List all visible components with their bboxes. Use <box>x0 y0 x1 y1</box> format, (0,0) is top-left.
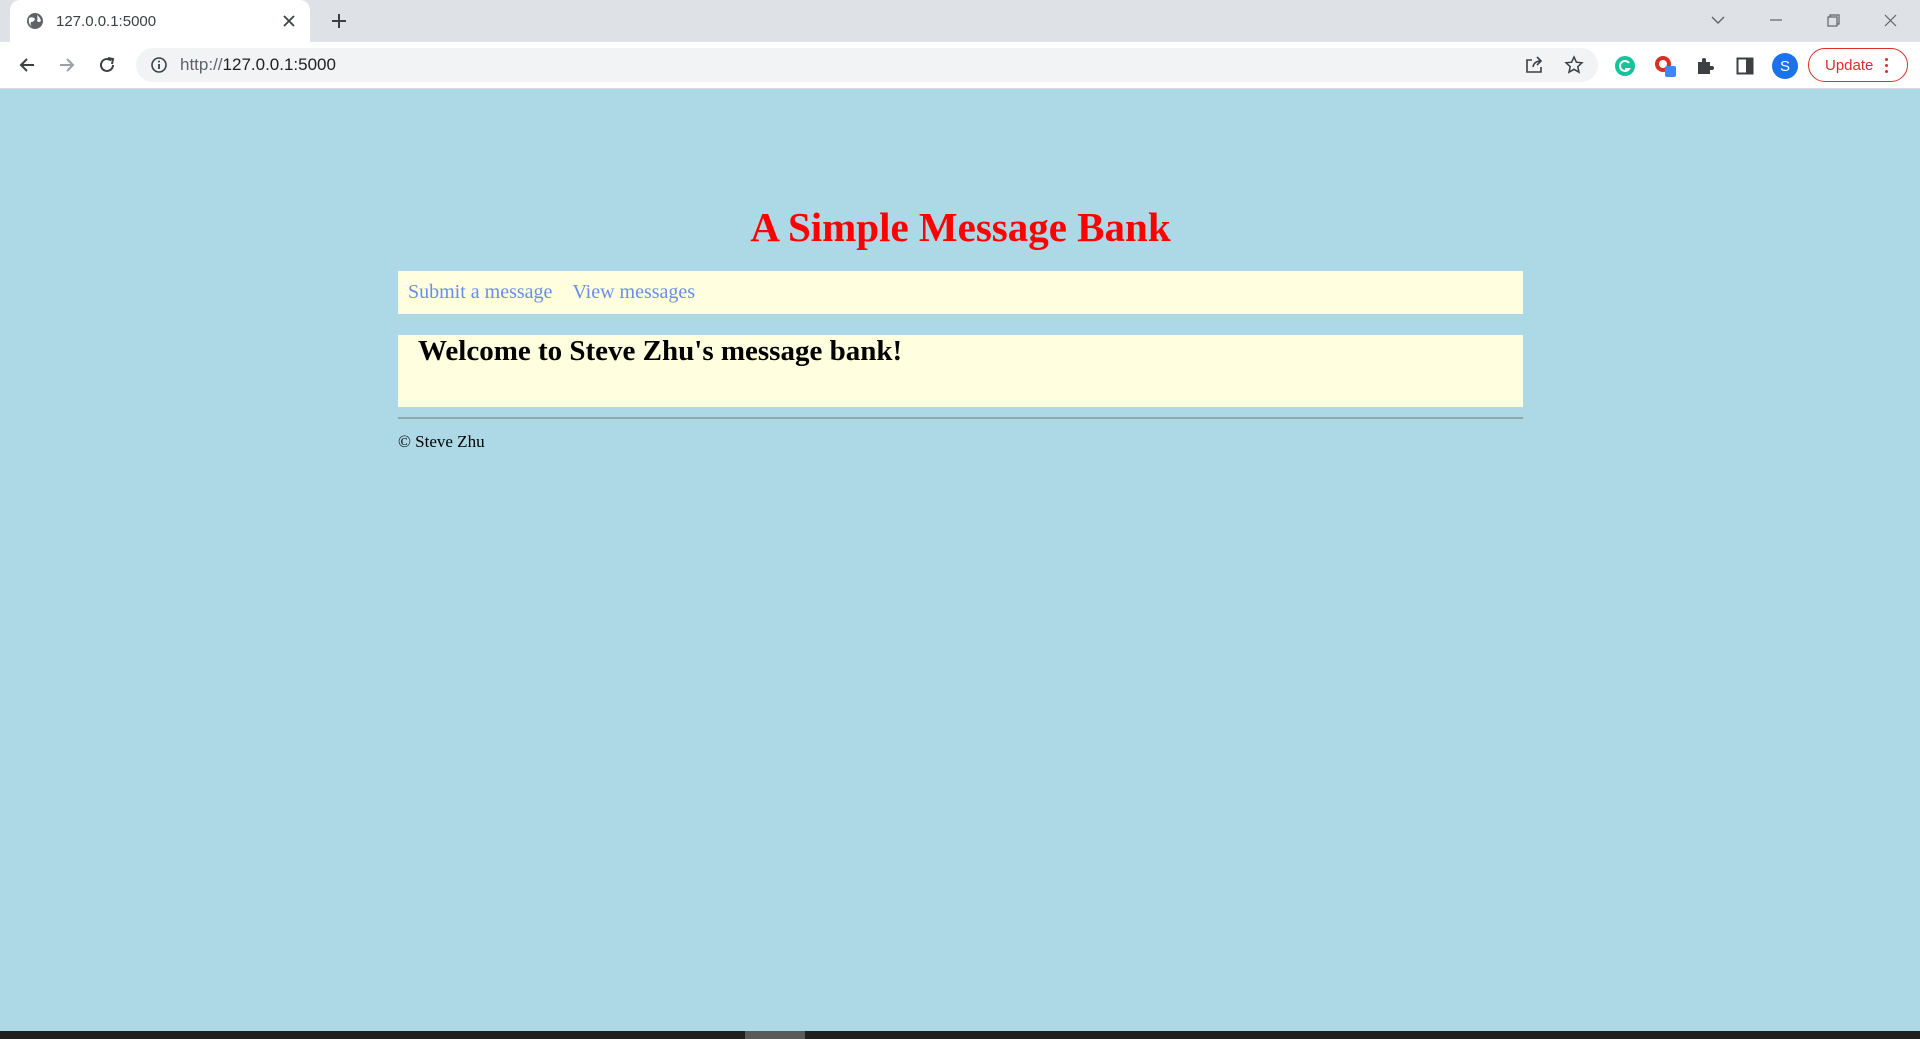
address-bar[interactable]: http://127.0.0.1:5000 <box>136 48 1598 82</box>
os-taskbar <box>0 1031 1920 1039</box>
close-tab-icon[interactable] <box>278 10 300 32</box>
share-icon[interactable] <box>1524 55 1544 75</box>
tab-search-icon[interactable] <box>1700 6 1736 34</box>
submit-message-link[interactable]: Submit a message <box>408 281 552 304</box>
update-label: Update <box>1825 56 1874 74</box>
footer-copyright: © Steve Zhu <box>398 432 485 451</box>
update-button[interactable]: Update <box>1808 48 1908 82</box>
extensions-puzzle-icon[interactable] <box>1693 54 1717 78</box>
url-text: http://127.0.0.1:5000 <box>180 55 1598 75</box>
reload-icon[interactable] <box>93 51 121 79</box>
page-title: A Simple Message Bank <box>750 204 1171 250</box>
url-scheme: http:// <box>180 55 223 74</box>
welcome-heading: Welcome to Steve Zhu's message bank! <box>418 335 903 367</box>
browser-toolbar: http://127.0.0.1:5000 S Update <box>0 42 1920 89</box>
close-window-icon[interactable] <box>1872 6 1908 34</box>
profile-avatar[interactable]: S <box>1772 53 1798 79</box>
forward-icon[interactable] <box>53 51 81 79</box>
globe-icon <box>26 12 44 30</box>
site-nav: Submit a message View messages <box>398 271 1523 314</box>
side-panel-icon[interactable] <box>1733 54 1757 78</box>
view-messages-link[interactable]: View messages <box>572 281 695 304</box>
page-viewport: A Simple Message Bank Submit a message V… <box>0 89 1920 1031</box>
extension-badge-icon[interactable] <box>1653 54 1677 78</box>
more-menu-icon <box>1885 57 1889 73</box>
bookmark-star-icon[interactable] <box>1564 55 1584 75</box>
browser-tab[interactable]: 127.0.0.1:5000 <box>10 0 310 42</box>
new-tab-button[interactable] <box>326 8 352 34</box>
url-host: 127.0.0.1:5000 <box>222 55 336 74</box>
grammarly-icon[interactable] <box>1613 54 1637 78</box>
taskbar-active-item[interactable] <box>745 1031 805 1039</box>
tab-title: 127.0.0.1:5000 <box>56 12 157 30</box>
back-icon[interactable] <box>13 51 41 79</box>
content-panel: Welcome to Steve Zhu's message bank! <box>398 335 1523 407</box>
restore-icon[interactable] <box>1815 6 1851 34</box>
footer-divider <box>398 417 1523 419</box>
minimize-icon[interactable] <box>1758 6 1794 34</box>
tab-strip: 127.0.0.1:5000 <box>0 0 1920 42</box>
info-icon[interactable] <box>150 56 168 74</box>
